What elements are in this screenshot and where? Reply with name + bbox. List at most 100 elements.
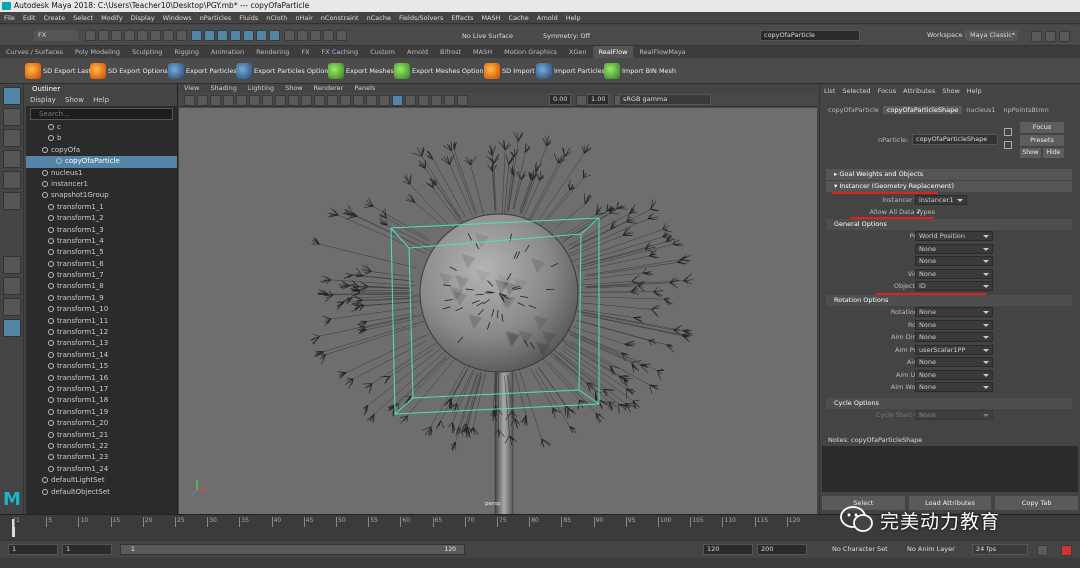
xray-icon[interactable] (392, 95, 403, 106)
outliner-item[interactable]: transform1_2 (26, 213, 177, 224)
scale-select[interactable]: None (915, 243, 993, 254)
section-cycle-options[interactable]: Cycle Options (826, 398, 1072, 409)
select-by-dynamics-icon[interactable] (256, 30, 268, 41)
menu-cache[interactable]: Cache (505, 12, 533, 24)
menu-nhair[interactable]: nHair (291, 12, 316, 24)
outliner-item[interactable]: transform1_7 (26, 270, 177, 281)
import-bin-mesh-button[interactable]: Import BIN Mesh (604, 62, 676, 80)
outliner-item[interactable]: transform1_14 (26, 350, 177, 361)
outliner-menu-help[interactable]: Help (93, 96, 109, 104)
outliner-item[interactable]: transform1_12 (26, 327, 177, 338)
live-surface-label[interactable]: No Live Surface (462, 31, 522, 41)
anim-prefs-icon[interactable] (1061, 545, 1072, 556)
snap-surface-icon[interactable] (336, 30, 348, 41)
outliner-item[interactable]: transform1_3 (26, 225, 177, 236)
shelf-tab-custom[interactable]: Custom (364, 46, 401, 58)
menu-ncloth[interactable]: nCloth (262, 12, 291, 24)
node-input-icon[interactable] (1004, 128, 1012, 136)
export-meshes-button[interactable]: Export Meshes (328, 62, 394, 80)
outliner-menu-display[interactable]: Display (30, 96, 56, 104)
move-tool-icon[interactable] (3, 150, 21, 168)
select-by-render-icon[interactable] (269, 30, 281, 41)
start-time-field[interactable]: 1 (8, 544, 58, 555)
tab-nppointsbtmn[interactable]: npPointsBtmn (999, 106, 1052, 114)
scale-tool-icon[interactable] (3, 192, 21, 210)
aim-direction-select[interactable]: None (915, 332, 993, 342)
default-material-icon[interactable] (340, 95, 351, 106)
menu-fluids[interactable]: Fluids (235, 12, 262, 24)
import-particles-button[interactable]: Import Particles (536, 62, 605, 80)
outliner-item[interactable]: instancer1 (26, 179, 177, 190)
aim-up-axis-select[interactable]: None (915, 369, 993, 380)
shelf-tab-realflowmaya[interactable]: RealFlowMaya (633, 46, 691, 58)
four-view-icon[interactable] (3, 277, 21, 295)
undo-icon[interactable] (124, 30, 135, 41)
outliner-item[interactable]: transform1_8 (26, 281, 177, 292)
outliner-item[interactable]: transform1_17 (26, 384, 177, 395)
select-by-surface-icon[interactable] (230, 30, 242, 41)
node-name-field[interactable]: copyOfaParticleShape (912, 134, 998, 145)
camera-attr-icon[interactable] (197, 95, 208, 106)
dof-icon[interactable] (444, 95, 455, 106)
shelf-tab-arnold[interactable]: Arnold (401, 46, 434, 58)
outliner-layout-icon[interactable] (3, 319, 21, 337)
menu-set-select[interactable]: FX (34, 30, 78, 41)
snap-point-icon[interactable] (310, 30, 322, 41)
bookmark-icon[interactable] (210, 95, 221, 106)
hide-button[interactable]: Hide (1043, 148, 1064, 158)
outliner-item[interactable]: transform1_13 (26, 338, 177, 349)
textured-icon[interactable] (353, 95, 364, 106)
end-time-field[interactable]: 200 (757, 544, 807, 555)
aim-axis-select[interactable]: None (915, 357, 993, 367)
select-tool-icon[interactable] (3, 87, 21, 105)
select-by-joint-icon[interactable] (204, 30, 216, 41)
range-slider-bar[interactable]: 1 120 (120, 544, 465, 555)
outliner-item[interactable]: b (26, 133, 177, 144)
outliner-item[interactable]: transform1_24 (26, 464, 177, 475)
outliner-search-input[interactable]: Search... (30, 108, 173, 120)
outliner-item[interactable]: c (26, 122, 177, 133)
notes-area[interactable]: Notes: copyOfaParticleShape (822, 434, 1078, 492)
rotation-select[interactable]: None (915, 319, 993, 330)
viewport-menu-show[interactable]: Show (285, 84, 303, 92)
menu-arnold[interactable]: Arnold (533, 12, 562, 24)
instancer-nodes-select[interactable]: instancer1 (915, 195, 967, 205)
shelf-tab-animation[interactable]: Animation (205, 46, 250, 58)
shelf-tab-mash[interactable]: MASH (467, 46, 498, 58)
shelf-tab-curvessurfaces[interactable]: Curves / Surfaces (0, 46, 69, 58)
side-by-side-icon[interactable] (3, 298, 21, 316)
image-plane-icon[interactable] (223, 95, 234, 106)
outliner-item[interactable]: transform1_21 (26, 430, 177, 441)
ae-menu-selected[interactable]: Selected (842, 87, 870, 95)
menu-windows[interactable]: Windows (159, 12, 196, 24)
outliner-item[interactable]: transform1_5 (26, 247, 177, 258)
outliner-item[interactable]: transform1_18 (26, 395, 177, 406)
lasso-tool-icon[interactable] (3, 108, 21, 126)
export-meshes-options-button[interactable]: Export Meshes Options (394, 62, 487, 80)
snap-curve-icon[interactable] (297, 30, 309, 41)
outliner-item[interactable]: transform1_11 (26, 316, 177, 327)
outliner-item[interactable]: transform1_9 (26, 293, 177, 304)
open-scene-icon[interactable] (98, 30, 109, 41)
export-particles-button[interactable]: Export Particles (168, 62, 237, 80)
character-set-select[interactable]: No Character Set (828, 544, 894, 555)
section-instancer[interactable]: ▾ Instancer (Geometry Replacement) (826, 181, 1072, 192)
outliner-item[interactable]: transform1_19 (26, 407, 177, 418)
aa-icon[interactable] (431, 95, 442, 106)
position-select[interactable]: World Position (915, 231, 993, 241)
outliner-item[interactable]: transform1_16 (26, 373, 177, 384)
ae-menu-show[interactable]: Show (942, 87, 960, 95)
outliner-item[interactable]: copyOfa (26, 145, 177, 156)
sidebar-toggle-icon[interactable] (1031, 31, 1042, 42)
shelf-tab-polymodeling[interactable]: Poly Modeling (69, 46, 126, 58)
gamma-field[interactable]: 1.00 (587, 94, 609, 105)
gamma-icon[interactable] (576, 95, 587, 106)
menu-select[interactable]: Select (69, 12, 97, 24)
grid-icon[interactable] (236, 95, 247, 106)
lights-icon[interactable] (366, 95, 377, 106)
select-by-curve-icon[interactable] (217, 30, 229, 41)
color-space-select[interactable]: sRGB gamma (619, 94, 711, 105)
section-general-options[interactable]: General Options (826, 219, 1072, 230)
shelf-tab-fx[interactable]: FX (295, 46, 315, 58)
shelf-tab-fxcaching[interactable]: FX Caching (316, 46, 365, 58)
